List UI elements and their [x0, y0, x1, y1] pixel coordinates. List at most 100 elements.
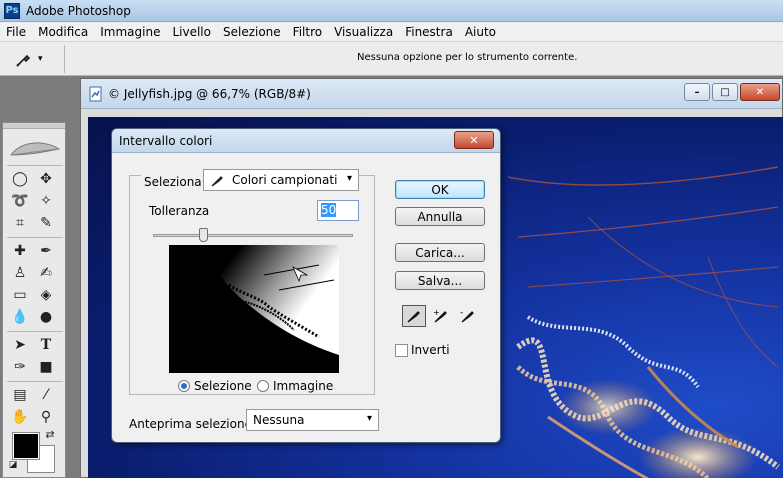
svg-text:-: -	[460, 308, 463, 318]
color-range-dialog: Intervallo colori ✕ Seleziona: Colori ca…	[111, 128, 501, 443]
feather-logo-icon	[9, 142, 61, 156]
preview-mode-label: Anteprima selezione:	[129, 417, 257, 431]
eyedropper-add-button[interactable]: +	[429, 305, 453, 327]
chevron-down-icon: ▾	[346, 173, 352, 184]
toolbox-separator	[7, 237, 63, 238]
marquee-tool-icon[interactable]: ◯	[10, 169, 30, 189]
menu-filtro[interactable]: Filtro	[287, 22, 328, 42]
eyedropper-minus-icon: -	[460, 308, 474, 323]
slice-tool-icon[interactable]: ✎	[36, 213, 56, 233]
chevron-down-icon: ▾	[38, 54, 43, 64]
menu-selezione[interactable]: Selezione	[217, 22, 287, 42]
dialog-titlebar[interactable]: Intervallo colori ✕	[112, 129, 500, 153]
dialog-body: Seleziona: Colori campionati ▾ Tolleranz…	[118, 153, 496, 438]
toolbox-separator	[7, 331, 63, 332]
load-button[interactable]: Carica...	[395, 243, 485, 262]
tolerance-slider-track[interactable]	[153, 234, 353, 237]
menu-immagine[interactable]: Immagine	[94, 22, 166, 42]
toolbox-separator	[7, 381, 63, 382]
eyedropper-tool-icon[interactable]: ⁄	[36, 385, 56, 405]
notes-tool-icon[interactable]: ▤	[10, 385, 30, 405]
move-tool-icon[interactable]: ✥	[36, 169, 56, 189]
maximize-button[interactable]: □	[712, 83, 738, 101]
menu-bar: File Modifica Immagine Livello Selezione…	[0, 22, 783, 42]
radio-image-label: Immagine	[273, 379, 334, 393]
blur-tool-icon[interactable]: 💧	[10, 307, 30, 327]
toolbox-header[interactable]	[3, 123, 65, 129]
radio-image[interactable]: Immagine	[257, 379, 333, 393]
eyedropper-icon	[16, 54, 31, 67]
pen-tool-icon[interactable]: ✑	[10, 357, 30, 377]
dialog-title: Intervallo colori	[119, 133, 213, 148]
document-titlebar[interactable]: © Jellyfish.jpg @ 66,7% (RGB/8#) – □ ✕	[81, 79, 782, 109]
path-selection-tool-icon[interactable]: ➤	[10, 335, 30, 355]
toolbox: ◯ ✥ ➰ ✧ ⌗ ✎ ✚ ✒ ♙ ✍ ▭ ◈ 💧 ● ➤ T ✑ ■ ▤ ⁄ …	[2, 122, 66, 478]
radio-selection-button[interactable]	[178, 380, 190, 392]
dialog-close-button[interactable]: ✕	[454, 131, 494, 149]
menu-livello[interactable]: Livello	[166, 22, 217, 42]
eyedropper-icon	[407, 311, 420, 323]
swap-colors-icon[interactable]: ⇄	[43, 427, 57, 441]
select-dropdown[interactable]: Colori campionati ▾	[203, 169, 359, 191]
paint-bucket-tool-icon[interactable]: ◈	[36, 285, 56, 305]
selection-preview[interactable]	[169, 245, 339, 373]
menu-file[interactable]: File	[0, 22, 32, 42]
options-bar: ▾ Nessuna opzione per lo strumento corre…	[0, 42, 783, 76]
options-message: Nessuna opzione per lo strumento corrent…	[357, 52, 578, 63]
select-value: Colori campionati	[232, 173, 338, 187]
eyedropper-plus-icon: +	[433, 308, 447, 323]
clone-stamp-tool-icon[interactable]: ♙	[10, 263, 30, 283]
save-button[interactable]: Salva...	[395, 271, 485, 290]
tolerance-label: Tolleranza	[149, 204, 210, 218]
preview-mode-value: Nessuna	[253, 413, 305, 427]
brush-tool-icon[interactable]: ✒	[36, 241, 56, 261]
photoshop-logo-icon: Ps	[4, 2, 20, 19]
selection-mask-image	[169, 245, 339, 373]
svg-text:+: +	[433, 308, 440, 317]
window-controls: – □ ✕	[684, 83, 782, 101]
app-title: Adobe Photoshop	[26, 3, 131, 18]
radio-image-button[interactable]	[257, 380, 269, 392]
cancel-button[interactable]: Annulla	[395, 207, 485, 226]
history-brush-tool-icon[interactable]: ✍	[36, 263, 56, 283]
menu-aiuto[interactable]: Aiuto	[459, 22, 502, 42]
tolerance-slider-thumb[interactable]	[199, 228, 208, 242]
eyedropper-subtract-button[interactable]: -	[456, 305, 480, 327]
tolerance-input[interactable]: 50	[317, 200, 359, 221]
zoom-tool-icon[interactable]: ⚲	[36, 407, 56, 427]
invert-label: Inverti	[411, 343, 450, 357]
menu-finestra[interactable]: Finestra	[399, 22, 459, 42]
toolbox-separator	[7, 165, 63, 166]
app-titlebar: Ps Adobe Photoshop	[0, 0, 783, 22]
dodge-tool-icon[interactable]: ●	[36, 307, 56, 327]
lasso-tool-icon[interactable]: ➰	[10, 191, 30, 211]
document-file-icon	[89, 86, 102, 101]
select-label: Seleziona:	[141, 175, 209, 189]
tool-preset-picker[interactable]: ▾	[14, 49, 56, 69]
crop-tool-icon[interactable]: ⌗	[10, 213, 30, 233]
close-button[interactable]: ✕	[740, 83, 780, 101]
tolerance-value: 50	[321, 203, 337, 217]
eraser-tool-icon[interactable]: ▭	[10, 285, 30, 305]
radio-selection-label: Selezione	[194, 379, 252, 393]
type-tool-icon[interactable]: T	[36, 335, 56, 355]
shape-tool-icon[interactable]: ■	[36, 357, 56, 377]
foreground-color-swatch[interactable]	[12, 432, 40, 460]
default-colors-icon[interactable]: ◪	[7, 459, 19, 471]
chevron-down-icon: ▾	[366, 413, 372, 424]
ok-button[interactable]: OK	[395, 180, 485, 199]
preview-mode-dropdown[interactable]: Nessuna ▾	[246, 409, 379, 431]
menu-visualizza[interactable]: Visualizza	[328, 22, 399, 42]
options-separator	[64, 45, 65, 73]
radio-selection[interactable]: Selezione	[178, 379, 252, 393]
hand-tool-icon[interactable]: ✋	[10, 407, 30, 427]
invert-checkbox[interactable]	[395, 343, 408, 357]
eyedropper-sample-button[interactable]	[402, 305, 426, 327]
eyedropper-icon	[211, 176, 223, 187]
healing-brush-tool-icon[interactable]: ✚	[10, 241, 30, 261]
document-title: © Jellyfish.jpg @ 66,7% (RGB/8#)	[108, 86, 311, 101]
invert-option[interactable]: Inverti	[395, 343, 450, 357]
magic-wand-tool-icon[interactable]: ✧	[36, 191, 56, 211]
menu-modifica[interactable]: Modifica	[32, 22, 94, 42]
minimize-button[interactable]: –	[684, 83, 710, 101]
